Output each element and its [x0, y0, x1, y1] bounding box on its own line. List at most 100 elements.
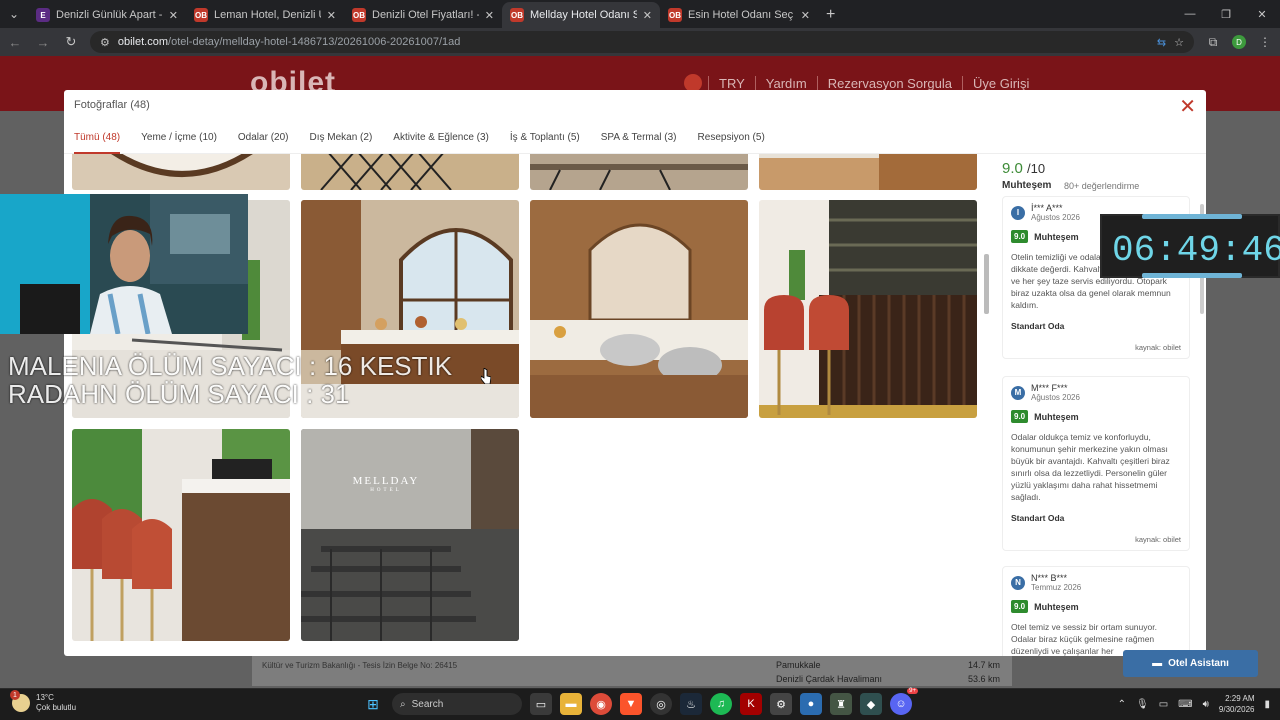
app3-icon[interactable]: ♜ — [830, 693, 852, 715]
task-view-icon[interactable]: ▭ — [530, 693, 552, 715]
nav-reservation[interactable]: Rezervasyon Sorgula — [816, 75, 962, 91]
distance-value: 14.7 km — [967, 660, 1000, 670]
settings-icon[interactable]: ⚙ — [770, 693, 792, 715]
photo-thumbnail[interactable]: MELLDAY HOTEL — [301, 429, 519, 641]
system-tray: ⌃ 🎙︎ ▭ ⌨ 🔊︎ 2:29 AM 9/30/2026 ▮ — [1118, 693, 1270, 715]
review-date: Ağustos 2026 — [1031, 213, 1080, 222]
browser-tab[interactable]: OB Mellday Hotel Odanı Seç - obile ✕ — [502, 2, 660, 28]
taskbar-time: 2:29 AM — [1225, 694, 1255, 703]
discord-icon[interactable]: ☺ 9+ — [890, 688, 918, 715]
nav-login[interactable]: Üye Girişi — [962, 75, 1039, 91]
reload-icon[interactable]: ↻ — [62, 34, 80, 50]
distance-value: 53.6 km — [967, 674, 1000, 684]
microphone-icon[interactable]: 🎙︎ — [1136, 699, 1149, 710]
chrome-icon[interactable]: ◉ — [590, 693, 612, 715]
spotify-icon[interactable]: ♫ — [710, 693, 732, 715]
minimize-icon[interactable]: — — [1172, 0, 1208, 28]
chat-icon: ▬ — [1152, 658, 1163, 669]
address-toolbar: ← → ↻ ⚙ obilet.com/otel-detay/mellday-ho… — [0, 28, 1280, 56]
bookmark-star-icon[interactable]: ☆ — [1174, 36, 1184, 49]
browser-tab[interactable]: E Denizli Günlük Apart - Elite Res ✕ — [28, 2, 186, 28]
review-score: 9.0 Muhteşem — [1011, 600, 1181, 613]
notification-icon[interactable]: ▮ — [1264, 699, 1270, 710]
review-score-label: Muhteşem — [1034, 231, 1079, 242]
photo-category-tab[interactable]: Dış Mekan (2) — [309, 126, 372, 154]
back-icon[interactable]: ← — [6, 35, 24, 50]
photo-category-tab[interactable]: Aktivite & Eğlence (3) — [393, 126, 489, 154]
gallery-scrollbar[interactable] — [984, 254, 989, 314]
tab-close-icon[interactable]: ✕ — [643, 9, 652, 22]
hotel-assistant-button[interactable]: ▬ Otel Asistanı — [1123, 650, 1258, 677]
photo-thumbnail[interactable] — [759, 154, 977, 190]
photo-thumbnail[interactable] — [301, 154, 519, 190]
profile-avatar[interactable]: D — [1232, 35, 1246, 49]
photo-thumbnail[interactable] — [530, 154, 748, 190]
reviewer-name: İ*** A*** — [1031, 203, 1063, 213]
windows-start-icon[interactable]: ⊞ — [362, 693, 384, 715]
display-icon[interactable]: ▭ — [1159, 699, 1168, 710]
photo-category-tab[interactable]: SPA & Termal (3) — [601, 126, 677, 154]
browser-tab[interactable]: OB Denizli Otel Fiyatları! - obilet.co ✕ — [344, 2, 502, 28]
review-score-badge: 9.0 — [1011, 410, 1029, 423]
app2-icon[interactable]: ● — [800, 693, 822, 715]
weather-widget[interactable]: 1 13°C Çok bulutlu — [10, 690, 76, 713]
volume-icon[interactable]: 🔊︎ — [1203, 699, 1209, 710]
close-window-icon[interactable]: ✕ — [1244, 0, 1280, 28]
steam-icon[interactable]: ♨ — [680, 693, 702, 715]
photo-category-tab[interactable]: İş & Toplantı (5) — [510, 126, 580, 154]
obs-icon[interactable]: ◎ — [650, 693, 672, 715]
extensions-icon[interactable]: ⧉ — [1204, 35, 1222, 50]
menu-icon[interactable]: ⋮ — [1256, 35, 1274, 49]
photo-category-tab[interactable]: Yeme / İçme (10) — [141, 126, 217, 154]
footer-distances: Pamukkale 14.7 km Denizli Çardak Havalima… — [776, 660, 1000, 684]
review-header: N N*** B*** Temmuz 2026 — [1011, 573, 1181, 592]
photo-thumbnail[interactable] — [530, 200, 748, 418]
browser-tab[interactable]: OB Esin Hotel Odanı Seç - obilet.co ✕ — [660, 2, 818, 28]
tab-close-icon[interactable]: ✕ — [169, 9, 178, 22]
brave-icon[interactable]: ▼ — [620, 693, 642, 715]
nav-currency[interactable]: TRY — [708, 75, 755, 91]
taskbar-apps: ⊞ ⌕ Search ▭ ▬ ◉ ▼ ◎ ♨ ♫ K ⚙ ● ♜ ◆ ☺ 9+ — [362, 688, 918, 715]
tab-close-icon[interactable]: ✕ — [801, 9, 810, 22]
photo-category-tab[interactable]: Odalar (20) — [238, 126, 289, 154]
photo-category-tab[interactable]: Tümü (48) — [74, 126, 121, 154]
taskbar-search[interactable]: ⌕ Search — [392, 693, 522, 715]
url-path: /otel-detay/mellday-hotel-1486713/202610… — [168, 36, 461, 48]
review-score-label: Muhteşem — [1034, 411, 1079, 422]
photo-sign-subtext: HOTEL — [370, 488, 402, 493]
photo-thumbnail[interactable] — [72, 429, 290, 641]
taskbar-date: 9/30/2026 — [1218, 705, 1255, 714]
modal-title: Fotoğraflar (48) — [74, 99, 150, 111]
photo-thumbnail[interactable] — [72, 154, 290, 190]
close-icon[interactable]: ✕ — [1179, 94, 1196, 119]
mouse-cursor-icon — [481, 368, 491, 384]
tab-favicon-icon: OB — [352, 8, 366, 22]
site-info-icon[interactable]: ⚙ — [100, 36, 110, 49]
review-text: Odalar oldukça temiz ve konforluydu, kon… — [1011, 432, 1170, 502]
nav-help[interactable]: Yardım — [754, 75, 817, 91]
restore-icon[interactable]: ❐ — [1208, 0, 1244, 28]
weather-temp: 13°C — [36, 693, 54, 702]
clock-bottom-bar — [1142, 273, 1242, 278]
translate-icon[interactable]: ⇆ — [1157, 36, 1166, 49]
photo-category-tab[interactable]: Resepsiyon (5) — [698, 126, 765, 154]
tab-close-icon[interactable]: ✕ — [327, 9, 336, 22]
clock-time[interactable]: 2:29 AM 9/30/2026 — [1219, 693, 1255, 715]
review-room: Standart Oda — [1011, 513, 1065, 523]
tab-close-icon[interactable]: ✕ — [485, 9, 494, 22]
forward-icon[interactable]: → — [34, 35, 52, 50]
distance-label: Denizli Çardak Havalimanı — [776, 674, 883, 684]
app4-icon[interactable]: ◆ — [860, 693, 882, 715]
tray-expand-icon[interactable]: ⌃ — [1118, 699, 1126, 710]
overall-score: 9.0 /10 — [1002, 160, 1045, 177]
url-bar[interactable]: ⚙ obilet.com/otel-detay/mellday-hotel-14… — [90, 31, 1194, 53]
tab-search-icon[interactable]: ⌄ — [0, 0, 28, 28]
browser-tab[interactable]: OB Leman Hotel, Denizli Ucuz Rezer ✕ — [186, 2, 344, 28]
network-icon[interactable]: ⌨ — [1178, 699, 1192, 710]
photo-thumbnail[interactable] — [759, 200, 977, 418]
file-explorer-icon[interactable]: ▬ — [560, 693, 582, 715]
new-tab-button[interactable]: + — [818, 2, 843, 28]
review-score-badge: 9.0 — [1011, 600, 1029, 613]
photo-category-tabs: Tümü (48) Yeme / İçme (10) Odalar (20) Dış … — [64, 126, 1206, 154]
app-icon[interactable]: K — [740, 693, 762, 715]
